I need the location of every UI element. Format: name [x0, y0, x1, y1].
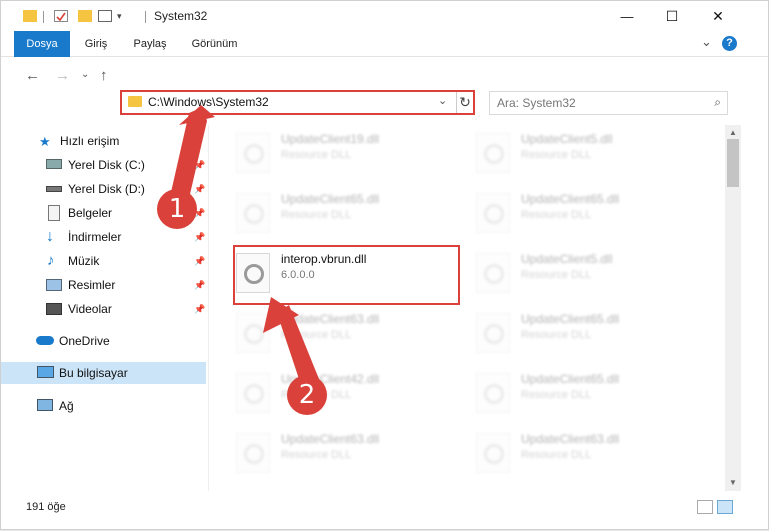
explorer-window: ▾ System32 — ☐ ✕ Dosya Giriş Paylaş Görü… — [0, 0, 769, 530]
annotation-arrows — [169, 105, 319, 385]
step-marker-2: 2 — [287, 375, 327, 415]
step-marker-1: 1 — [157, 189, 197, 229]
